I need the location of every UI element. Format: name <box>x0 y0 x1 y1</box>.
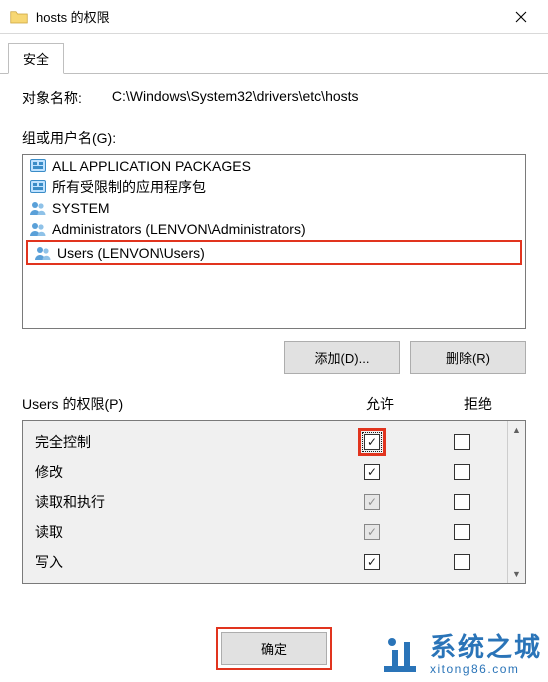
permission-label: 读取和执行 <box>35 492 327 512</box>
principal-name: Administrators (LENVON\Administrators) <box>52 221 306 237</box>
allow-checkbox[interactable] <box>364 554 380 570</box>
deny-header: 拒绝 <box>430 394 526 414</box>
users-icon <box>29 220 47 238</box>
permission-label: 完全控制 <box>35 432 327 452</box>
package-icon <box>29 178 47 196</box>
principals-listbox[interactable]: ALL APPLICATION PACKAGES 所有受限制的应用程序包 SYSTE… <box>22 154 526 329</box>
remove-button[interactable]: 删除(R) <box>410 341 526 374</box>
users-icon <box>34 244 52 262</box>
deny-checkbox[interactable] <box>454 434 470 450</box>
permission-row: 读取和执行 <box>23 487 507 517</box>
permission-row: 修改 <box>23 457 507 487</box>
ok-button[interactable]: 确定 <box>221 632 327 665</box>
principal-name: Users (LENVON\Users) <box>57 245 205 261</box>
permission-row: 读取 <box>23 517 507 547</box>
watermark-logo-icon <box>378 632 422 676</box>
watermark-text-cn: 系统之城 <box>430 634 542 660</box>
folder-icon <box>10 9 28 25</box>
deny-checkbox[interactable] <box>454 464 470 480</box>
allow-header: 允许 <box>330 394 430 414</box>
object-name-path: C:\Windows\System32\drivers\etc\hosts <box>112 88 526 108</box>
add-button[interactable]: 添加(D)... <box>284 341 400 374</box>
users-icon <box>29 199 47 217</box>
security-panel: 对象名称: C:\Windows\System32\drivers\etc\ho… <box>0 74 548 594</box>
scroll-up-arrow-icon[interactable]: ▲ <box>508 421 525 439</box>
tab-security[interactable]: 安全 <box>8 43 64 74</box>
object-name-label: 对象名称: <box>22 88 82 108</box>
permissions-listbox: 完全控制修改读取和执行读取写入 ▲ ▼ <box>22 420 526 584</box>
principal-item[interactable]: ALL APPLICATION PACKAGES <box>23 155 525 176</box>
principal-item-selected[interactable]: Users (LENVON\Users) <box>28 242 520 263</box>
principal-name: ALL APPLICATION PACKAGES <box>52 158 251 174</box>
watermark-text-en: xitong86.com <box>430 663 542 675</box>
allow-checkbox[interactable] <box>364 464 380 480</box>
allow-checkbox[interactable] <box>364 524 380 540</box>
close-button[interactable] <box>498 0 544 33</box>
window-title: hosts 的权限 <box>36 7 498 26</box>
principal-name: SYSTEM <box>52 200 110 216</box>
scroll-down-arrow-icon[interactable]: ▼ <box>508 565 525 583</box>
scroll-track[interactable] <box>508 439 525 565</box>
principal-item[interactable]: Administrators (LENVON\Administrators) <box>23 218 525 239</box>
watermark: 系统之城 xitong86.com <box>378 632 542 676</box>
groups-label: 组或用户名(G): <box>22 128 526 148</box>
close-icon <box>515 11 527 23</box>
principal-item[interactable]: 所有受限制的应用程序包 <box>23 176 525 197</box>
permissions-title: Users 的权限(P) <box>22 394 330 414</box>
deny-checkbox[interactable] <box>454 554 470 570</box>
allow-checkbox[interactable] <box>364 434 380 450</box>
scrollbar[interactable]: ▲ ▼ <box>507 421 525 583</box>
permission-label: 读取 <box>35 522 327 542</box>
package-icon <box>29 157 47 175</box>
principal-item[interactable]: SYSTEM <box>23 197 525 218</box>
allow-checkbox[interactable] <box>364 494 380 510</box>
permission-row: 完全控制 <box>23 427 507 457</box>
deny-checkbox[interactable] <box>454 494 470 510</box>
deny-checkbox[interactable] <box>454 524 470 540</box>
allow-checkbox-highlight <box>358 428 386 456</box>
title-bar: hosts 的权限 <box>0 0 548 34</box>
tab-bar: 安全 <box>0 34 548 74</box>
permission-label: 修改 <box>35 462 327 482</box>
ok-button-highlight: 确定 <box>216 627 332 670</box>
permission-row: 写入 <box>23 547 507 577</box>
permission-label: 写入 <box>35 552 327 572</box>
principal-name: 所有受限制的应用程序包 <box>52 177 206 197</box>
